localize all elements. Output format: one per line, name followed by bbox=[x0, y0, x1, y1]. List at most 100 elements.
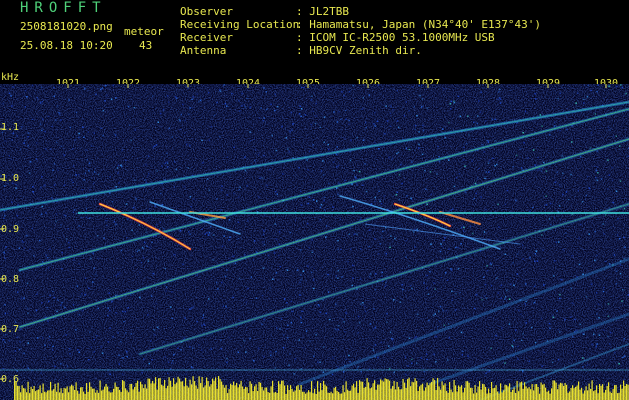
speckle bbox=[2, 367, 4, 370]
speckle bbox=[21, 239, 23, 242]
speckle bbox=[432, 314, 435, 317]
speckle bbox=[220, 189, 223, 191]
speckle bbox=[365, 190, 368, 193]
level-bar bbox=[128, 392, 130, 400]
speckle bbox=[206, 178, 209, 180]
speckle bbox=[455, 176, 458, 179]
speckle bbox=[133, 106, 136, 109]
speckle bbox=[287, 148, 289, 150]
level-bar bbox=[314, 388, 316, 400]
speckle bbox=[81, 310, 83, 312]
level-bar bbox=[383, 381, 385, 400]
speckle bbox=[49, 294, 51, 296]
speckle bbox=[540, 317, 543, 320]
speckle bbox=[2, 339, 5, 341]
level-bar bbox=[507, 386, 509, 400]
speckle bbox=[438, 160, 441, 163]
speckle bbox=[575, 102, 577, 104]
speckle bbox=[311, 95, 313, 97]
speckle bbox=[289, 353, 291, 355]
level-bar bbox=[174, 384, 176, 400]
speckle bbox=[49, 148, 52, 150]
speckle bbox=[483, 151, 486, 153]
level-bar bbox=[386, 379, 388, 400]
speckle bbox=[226, 105, 228, 107]
speckle bbox=[249, 131, 251, 133]
level-bar bbox=[534, 384, 536, 400]
speckle bbox=[380, 203, 383, 205]
level-bar bbox=[284, 385, 286, 400]
level-bar bbox=[351, 385, 353, 400]
level-bar bbox=[239, 384, 241, 400]
speckle bbox=[600, 178, 603, 180]
location-value: : Hamamatsu, Japan (N34°40' E137°43') bbox=[296, 18, 542, 31]
speckle bbox=[208, 298, 210, 300]
level-bar bbox=[437, 377, 439, 400]
speckle bbox=[402, 288, 404, 291]
speckle bbox=[257, 347, 260, 349]
speckle bbox=[529, 319, 531, 321]
level-bar bbox=[264, 387, 266, 400]
speckle bbox=[262, 233, 265, 236]
level-bar bbox=[518, 391, 520, 400]
speckle bbox=[281, 125, 283, 128]
level-bar bbox=[39, 385, 41, 400]
speckle bbox=[228, 336, 231, 339]
speckle bbox=[492, 338, 495, 341]
speckle bbox=[585, 296, 588, 298]
speckle bbox=[167, 372, 169, 375]
speckle bbox=[396, 152, 398, 155]
level-bar bbox=[276, 392, 278, 400]
level-bar bbox=[452, 392, 454, 400]
level-bar bbox=[281, 380, 283, 400]
speckle bbox=[44, 130, 46, 133]
speckle bbox=[83, 179, 85, 181]
speckle bbox=[613, 254, 616, 256]
level-bar bbox=[542, 384, 544, 400]
speckle bbox=[423, 371, 426, 373]
speckle bbox=[586, 364, 589, 367]
speckle bbox=[287, 324, 289, 326]
speckle bbox=[204, 233, 206, 235]
level-bar bbox=[158, 378, 160, 400]
speckle bbox=[166, 166, 169, 168]
speckle bbox=[545, 170, 548, 172]
level-bar bbox=[495, 385, 497, 400]
level-bar bbox=[396, 381, 398, 400]
speckle bbox=[480, 91, 482, 93]
level-bar bbox=[599, 383, 601, 400]
speckle bbox=[374, 344, 377, 346]
level-bar bbox=[405, 387, 407, 400]
speckle bbox=[166, 161, 168, 163]
level-bar bbox=[53, 389, 55, 400]
speckle bbox=[192, 306, 195, 308]
speckle bbox=[440, 277, 442, 279]
speckle bbox=[40, 372, 42, 374]
speckle bbox=[300, 368, 303, 370]
speckle bbox=[216, 198, 218, 200]
level-bar bbox=[456, 391, 458, 400]
speckle bbox=[233, 146, 235, 149]
speckle bbox=[14, 350, 16, 352]
speckle bbox=[4, 312, 7, 315]
speckle bbox=[613, 135, 615, 137]
speckle bbox=[27, 132, 30, 134]
level-bar bbox=[137, 380, 139, 400]
speckle bbox=[621, 86, 623, 89]
level-bar bbox=[147, 378, 149, 400]
speckle bbox=[294, 358, 297, 360]
speckle bbox=[289, 130, 291, 133]
speckle bbox=[515, 199, 517, 202]
speckle bbox=[189, 107, 191, 109]
speckle bbox=[11, 138, 13, 141]
speckle bbox=[513, 284, 515, 287]
speckle bbox=[386, 321, 388, 324]
level-bar bbox=[411, 381, 413, 400]
speckle bbox=[47, 115, 50, 118]
speckle bbox=[342, 371, 345, 373]
speckle bbox=[384, 132, 386, 135]
speckle bbox=[173, 161, 176, 163]
speckle bbox=[623, 337, 625, 340]
speckle bbox=[221, 281, 223, 284]
speckle bbox=[207, 234, 210, 236]
